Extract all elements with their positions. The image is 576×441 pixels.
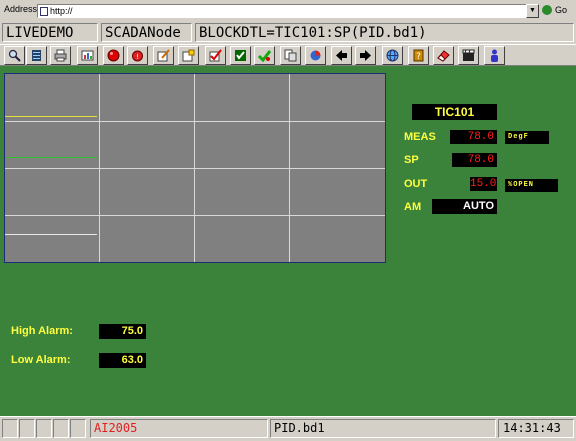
address-input[interactable]: http:// xyxy=(37,4,527,18)
alarm-summary-button[interactable]: ! xyxy=(127,46,148,65)
am-label: AM xyxy=(404,201,422,213)
app-name: LIVEDEMO xyxy=(2,23,98,42)
report-icon xyxy=(81,50,94,61)
status-bar: AI2005 PID.bd1 14:31:43 xyxy=(0,416,576,441)
red-alarm-icon: ! xyxy=(132,50,143,62)
node-name: SCADANode xyxy=(101,23,192,42)
lock-tag-icon xyxy=(182,49,195,62)
status-cell xyxy=(36,419,52,438)
help-button[interactable]: ? xyxy=(408,46,429,65)
erase-button[interactable] xyxy=(433,46,454,65)
high-alarm-label: High Alarm: xyxy=(11,325,73,337)
meas-label: MEAS xyxy=(404,131,436,143)
sp-trace xyxy=(5,157,97,158)
low-alarm-value[interactable]: 63.0 xyxy=(99,353,146,368)
status-cell xyxy=(19,419,35,438)
arrow-left-icon xyxy=(336,50,347,61)
user-button[interactable] xyxy=(484,46,505,65)
checkbox-icon xyxy=(209,49,222,62)
green-check-icon xyxy=(258,50,271,62)
database-button[interactable] xyxy=(26,46,47,65)
high-alarm-value[interactable]: 75.0 xyxy=(99,324,146,339)
checkmark-icon xyxy=(235,50,246,61)
out-value[interactable]: 15.0 xyxy=(470,177,497,191)
user-icon xyxy=(491,49,498,62)
eraser-icon xyxy=(437,50,450,62)
address-label: Address xyxy=(4,4,38,14)
alarm-tag-status[interactable]: AI2005 xyxy=(90,419,268,438)
alarm-button[interactable] xyxy=(103,46,124,65)
back-button[interactable] xyxy=(331,46,352,65)
block-detail-title: BLOCKDTL=TIC101:SP(PID.bd1) xyxy=(195,23,574,42)
meas-unit: DegF xyxy=(505,131,549,144)
trend-gridline xyxy=(5,121,385,122)
web-button[interactable] xyxy=(382,46,403,65)
search-button[interactable] xyxy=(4,46,25,65)
printer-icon xyxy=(54,49,67,62)
trend-gridline xyxy=(5,168,385,169)
out-unit: %OPEN xyxy=(505,179,558,192)
edit-tag-button[interactable] xyxy=(153,46,174,65)
am-value[interactable]: AUTO xyxy=(432,199,497,214)
out-trace xyxy=(5,234,97,235)
title-bar: LIVEDEMO SCADANode BLOCKDTL=TIC101:SP(PI… xyxy=(0,22,576,44)
book-icon: ? xyxy=(413,49,424,62)
out-label: OUT xyxy=(404,178,428,190)
go-label: Go xyxy=(555,5,568,15)
report-button[interactable] xyxy=(77,46,98,65)
low-alarm-label: Low Alarm: xyxy=(11,354,71,366)
pages-icon xyxy=(284,49,297,62)
magnifier-icon xyxy=(8,49,21,62)
sp-label: SP xyxy=(404,154,419,166)
red-ball-icon xyxy=(107,49,120,62)
edit-tag-icon xyxy=(157,49,170,62)
status-cell xyxy=(53,419,69,438)
svg-text:!: ! xyxy=(136,53,139,61)
graph-icon xyxy=(310,50,321,61)
file-status: PID.bd1 xyxy=(270,419,496,438)
meas-value: 78.0 xyxy=(450,130,497,144)
sp-value[interactable]: 78.0 xyxy=(452,153,497,167)
graph-button[interactable] xyxy=(305,46,326,65)
main-panel: TIC101 MEAS 78.0 DegF SP 78.0 OUT 15.0 %… xyxy=(0,66,576,416)
status-cell xyxy=(2,419,18,438)
clapper-icon xyxy=(462,49,475,61)
go-button[interactable]: Go xyxy=(542,4,574,18)
trend-gridline xyxy=(5,215,385,216)
address-dropdown-button[interactable]: ▼ xyxy=(526,4,539,18)
acknowledge-button[interactable] xyxy=(230,46,251,65)
chevron-down-icon: ▼ xyxy=(529,7,536,14)
toolbar: ! ? xyxy=(0,44,576,66)
globe-icon xyxy=(386,49,399,62)
lock-tag-button[interactable] xyxy=(178,46,199,65)
pages-button[interactable] xyxy=(280,46,301,65)
go-arrow-icon xyxy=(542,5,552,15)
svg-text:?: ? xyxy=(416,52,421,62)
clock: 14:31:43 xyxy=(498,419,574,438)
meas-trace xyxy=(5,116,97,117)
confirm-button[interactable] xyxy=(254,46,275,65)
address-bar: Address http:// ▼ Go xyxy=(0,0,576,23)
arrow-right-icon xyxy=(360,50,371,61)
recipe-button[interactable] xyxy=(458,46,479,65)
page-icon xyxy=(40,7,48,16)
address-value[interactable]: http:// xyxy=(50,6,73,16)
status-cell xyxy=(70,419,86,438)
checklist-button[interactable] xyxy=(205,46,226,65)
database-icon xyxy=(32,50,41,61)
tag-name: TIC101 xyxy=(412,104,497,120)
trend-chart xyxy=(4,73,386,263)
print-button[interactable] xyxy=(50,46,71,65)
forward-button[interactable] xyxy=(355,46,376,65)
